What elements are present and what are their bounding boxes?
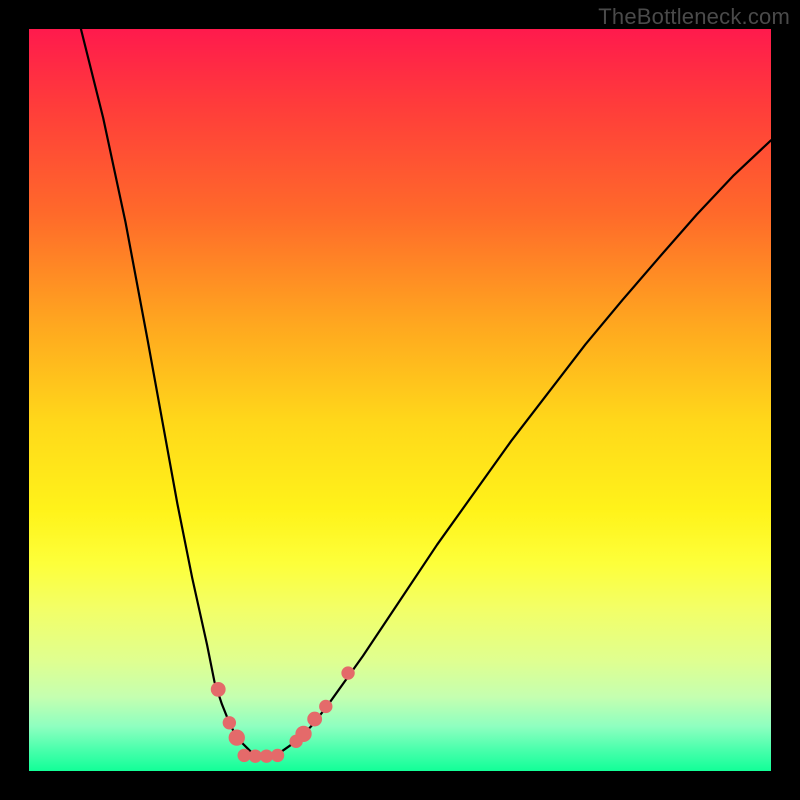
plot-area (29, 29, 771, 771)
marker-1 (223, 716, 236, 729)
curve-left-curve (81, 29, 267, 756)
watermark-text: TheBottleneck.com (598, 4, 790, 30)
marker-0 (211, 682, 226, 697)
marker-8 (295, 726, 311, 742)
marker-11 (341, 666, 354, 679)
marker-10 (319, 700, 332, 713)
marker-6 (271, 749, 284, 762)
outer-frame: TheBottleneck.com (0, 0, 800, 800)
marker-layer (211, 666, 355, 762)
marker-9 (307, 712, 322, 727)
curves-svg (29, 29, 771, 771)
curve-right-curve (266, 140, 771, 756)
curve-layer (81, 29, 771, 756)
marker-2 (229, 729, 245, 745)
